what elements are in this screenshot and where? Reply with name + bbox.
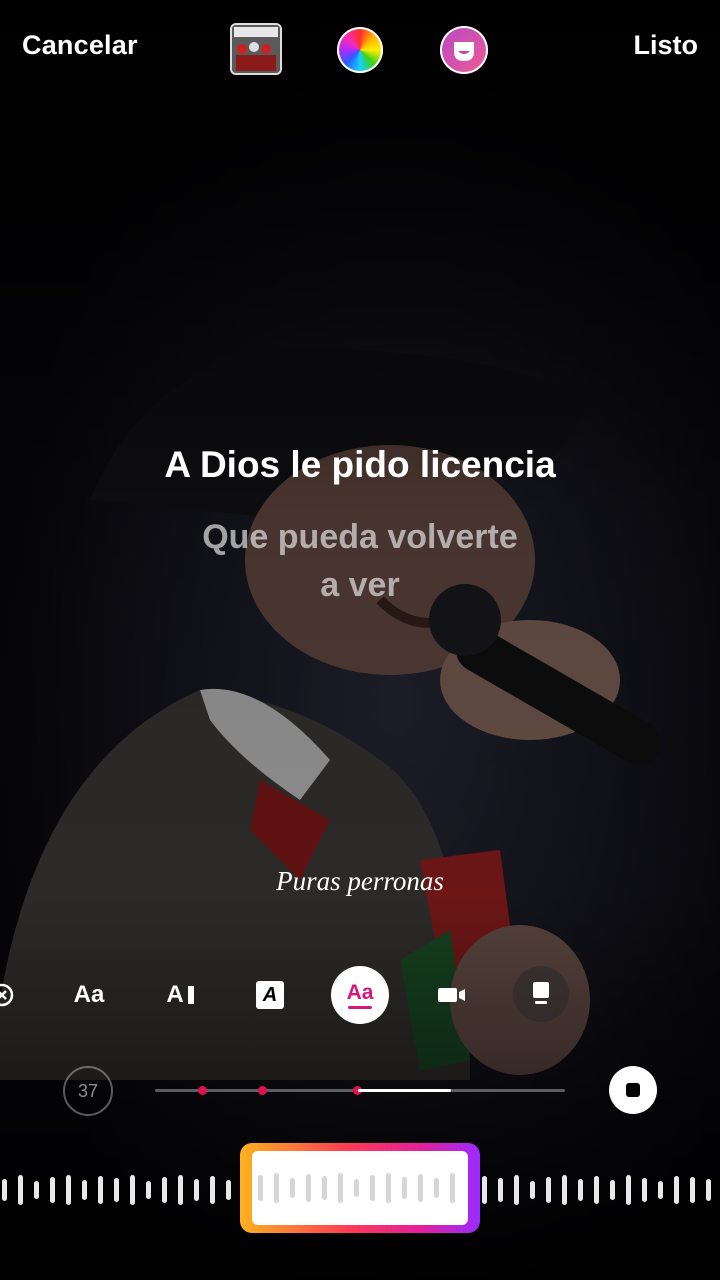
current-lyric-line[interactable]: A Dios le pido licencia [0,444,720,486]
waveform-bar [290,1178,295,1198]
waveform-bar [498,1178,503,1202]
next-lyric-lines[interactable]: Que pueda volverte a ver [0,513,720,609]
waveform-bar [562,1175,567,1205]
waveform-bar [66,1175,71,1205]
waveform-bar [370,1175,375,1201]
top-bar: Cancelar Listo [0,0,720,100]
color-picker-button[interactable] [337,27,383,73]
smile-mask-icon [454,42,474,61]
waveform-bar [706,1179,711,1201]
waveform-bar [434,1178,439,1198]
waveform-bar [354,1179,359,1197]
waveform-bar [162,1177,167,1203]
highlight-style-label: Aa [346,980,374,1004]
next-lyric-line-2: a ver [320,566,400,604]
album-art-button[interactable] [230,23,282,75]
waveform-bar [274,1173,279,1203]
video-icon [438,988,465,1002]
waveform-bar [402,1177,407,1199]
waveform-bar [418,1174,423,1202]
effects-button[interactable] [440,26,488,74]
selected-waveform [258,1173,455,1203]
style-boxed-button[interactable]: A [254,966,286,1024]
cancel-button[interactable]: Cancelar [22,30,138,61]
cursor-style-label: A [166,981,184,1008]
waveform-bar [610,1180,615,1200]
album-art-thumbnail [232,25,280,73]
waveform-bar [194,1179,199,1201]
waveform-bar [18,1175,23,1205]
duration-timer[interactable]: 37 [63,1066,113,1116]
style-typewriter-button[interactable]: Aa [62,966,116,1024]
waveform-bar [322,1176,327,1200]
waveform-bar [98,1176,103,1204]
cursor-bar-icon [187,986,194,1004]
clip-selector[interactable] [240,1143,480,1233]
waveform-bar [578,1179,583,1201]
clip-selector-window [252,1151,468,1225]
waveform-bar [674,1176,679,1204]
waveform-bar [658,1181,663,1199]
stop-icon [626,1083,640,1097]
waveform-bar [146,1181,151,1199]
highlight-style-icon: Aa [346,980,374,1009]
waveform-bar [386,1173,391,1203]
waveform-bar [626,1175,631,1205]
next-lyric-line-1: Que pueda volverte [202,518,518,556]
style-video-button[interactable] [436,966,468,1024]
style-phone-button[interactable] [513,966,569,1022]
waveform-bar [34,1181,39,1199]
waveform-bar [306,1174,311,1202]
style-cursor-button[interactable]: A [152,966,208,1024]
lyrics-style-toolbar: Aa A A Aa [0,966,720,1026]
timeline-progress [358,1089,451,1092]
waveform-bar [450,1173,455,1203]
waveform-bar [338,1173,343,1203]
typewriter-style-label: Aa [73,981,105,1008]
waveform-bar [226,1180,231,1200]
close-circle-icon [0,983,14,1007]
caption-text[interactable]: Puras perronas [0,866,720,897]
lyrics-timeline-track[interactable] [155,1086,565,1095]
done-button[interactable]: Listo [634,30,699,61]
waveform-bar [50,1177,55,1203]
waveform-bar [530,1181,535,1199]
phone-card-icon [533,982,549,1004]
waveform-bar [82,1180,87,1200]
waveform-bar [690,1177,695,1203]
stop-button[interactable] [609,1066,657,1114]
waveform-bar [482,1176,487,1204]
waveform-bar [114,1178,119,1202]
waveform-bar [546,1177,551,1203]
close-style-button[interactable] [0,966,14,1024]
waveform-bar [258,1175,263,1201]
waveform-bar [130,1175,135,1205]
waveform-bar [514,1175,519,1205]
waveform-bar [594,1176,599,1204]
lyric-marker [258,1086,267,1095]
underline-bar [347,1005,372,1009]
lyric-marker [198,1086,207,1095]
boxed-style-label: A [256,981,284,1009]
style-highlight-button[interactable]: Aa [331,966,389,1024]
waveform-bar [178,1175,183,1205]
waveform-bar [210,1176,215,1204]
waveform-bar [2,1179,7,1201]
waveform-bar [642,1178,647,1202]
